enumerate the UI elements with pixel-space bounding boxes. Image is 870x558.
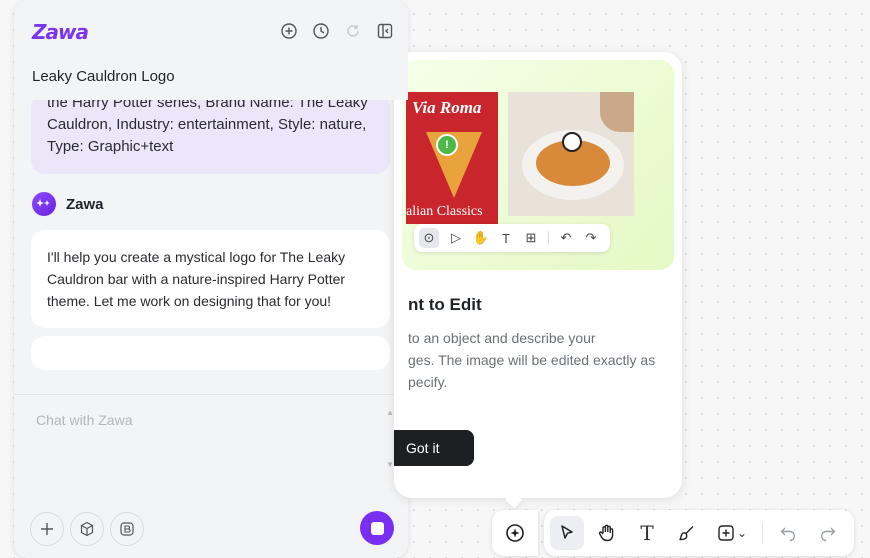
stop-icon (370, 521, 384, 535)
point-edit-button[interactable] (492, 510, 538, 556)
add-box-icon (718, 525, 734, 541)
canvas-toolbar: T ⌄ (544, 510, 854, 556)
undo-button[interactable] (771, 516, 805, 550)
undo-icon: ↶ (560, 230, 572, 245)
header-actions (280, 22, 394, 40)
text-icon: T (502, 230, 510, 246)
brand-icon (120, 522, 134, 536)
hand-icon (598, 524, 614, 542)
agent-message: I'll help you create a mystical logo for… (31, 230, 390, 328)
tooltip-description-line: to an object and describe your (408, 330, 596, 346)
poster-tagline: alian Classics (406, 204, 483, 219)
point-edit-icon: ⊙ (419, 228, 439, 248)
separator (548, 231, 549, 245)
chat-panel: Zawa Leaky Cauldron Logo the Harry Potte… (14, 0, 408, 558)
brush-icon (679, 526, 694, 541)
text-tool-button[interactable]: T (630, 516, 664, 550)
redo-button[interactable] (811, 516, 845, 550)
demo-toolbar: ⊙ ▷ ✋ T ⊞ ↶ ↷ (414, 224, 610, 252)
cursor-icon: ▷ (451, 230, 461, 245)
toolbar-separator (762, 522, 763, 544)
agent-name: Zawa (66, 195, 104, 213)
chat-input[interactable] (36, 410, 366, 430)
agent-header: Zawa (32, 192, 104, 216)
scroll-down-arrow[interactable]: ▼ (386, 460, 394, 469)
pan-tool-button[interactable] (590, 516, 624, 550)
hand-icon: ✋ (472, 230, 490, 245)
tooltip-description: to an object and describe your ges. The … (408, 327, 670, 393)
cube-icon (80, 521, 94, 537)
got-it-button[interactable]: Got it (394, 430, 474, 466)
hand-shape (600, 92, 634, 132)
composer-tools (30, 512, 144, 546)
cursor-icon (561, 525, 573, 539)
user-message-line: Type: Graphic+text (47, 138, 174, 155)
chat-title: Leaky Cauldron Logo (32, 68, 175, 85)
app-logo[interactable]: Zawa (32, 20, 89, 44)
plus-icon (41, 523, 53, 535)
edit-point-marker: ! (436, 134, 458, 156)
demo-preview: Via Roma ! alian Classics ⊙ ▷ ✋ T ⊞ ↶ ↷ (402, 60, 674, 270)
demo-image-pizza (508, 92, 634, 216)
stop-generation-button[interactable] (360, 511, 394, 545)
agent-avatar (32, 192, 56, 216)
brand-kit-button[interactable] (110, 512, 144, 546)
new-chat-icon[interactable] (280, 22, 298, 40)
insert-menu-button[interactable]: ⌄ (710, 516, 754, 550)
collapse-panel-icon[interactable] (376, 22, 394, 40)
demo-image-poster: Via Roma ! alian Classics (406, 92, 498, 224)
user-message: the Harry Potter series, Brand Name: The… (31, 94, 390, 174)
undo-icon (780, 527, 796, 542)
user-message-line: Cauldron, Industry: entertainment, Style… (47, 116, 367, 133)
point-edit-icon (506, 524, 524, 542)
select-tool-button[interactable] (550, 516, 584, 550)
chevron-down-icon: ⌄ (736, 526, 748, 540)
text-icon: T (640, 521, 654, 545)
tooltip-description-line: pecify. (408, 374, 448, 390)
poster-brand-text: Via Roma (412, 98, 482, 117)
refresh-icon[interactable] (344, 22, 362, 40)
redo-icon (820, 527, 836, 542)
redo-icon: ↷ (585, 230, 597, 245)
scroll-up-arrow[interactable]: ▲ (386, 408, 394, 417)
model-button[interactable] (70, 512, 104, 546)
add-icon: ⊞ (525, 230, 537, 245)
agent-message-pending (31, 336, 390, 370)
tooltip-title: nt to Edit (408, 295, 482, 314)
point-to-edit-card: Via Roma ! alian Classics ⊙ ▷ ✋ T ⊞ ↶ ↷ … (394, 52, 682, 498)
history-icon[interactable] (312, 22, 330, 40)
panel-header: Zawa Leaky Cauldron Logo (14, 0, 408, 100)
attach-button[interactable] (30, 512, 64, 546)
brush-tool-button[interactable] (670, 516, 704, 550)
location-pin-icon (562, 132, 582, 152)
tooltip-description-line: ges. The image will be edited exactly as (408, 352, 656, 368)
composer-divider (14, 394, 408, 395)
